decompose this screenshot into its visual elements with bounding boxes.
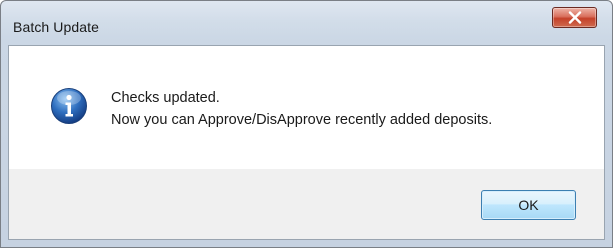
title-bar[interactable]: Batch Update — [1, 1, 612, 45]
info-icon — [51, 88, 87, 124]
message-area: Checks updated. Now you can Approve/DisA… — [9, 46, 604, 169]
message-line-2: Now you can Approve/DisApprove recently … — [111, 112, 493, 128]
close-icon — [568, 11, 582, 24]
message-line-1: Checks updated. — [111, 90, 220, 106]
dialog-content: Checks updated. Now you can Approve/DisA… — [8, 45, 605, 240]
dialog-title: Batch Update — [13, 19, 100, 35]
close-button[interactable] — [552, 7, 597, 28]
dialog-window: Batch Update Checks updated. Now you can… — [0, 0, 613, 248]
ok-button[interactable]: OK — [481, 190, 576, 220]
button-bar: OK — [9, 169, 604, 239]
